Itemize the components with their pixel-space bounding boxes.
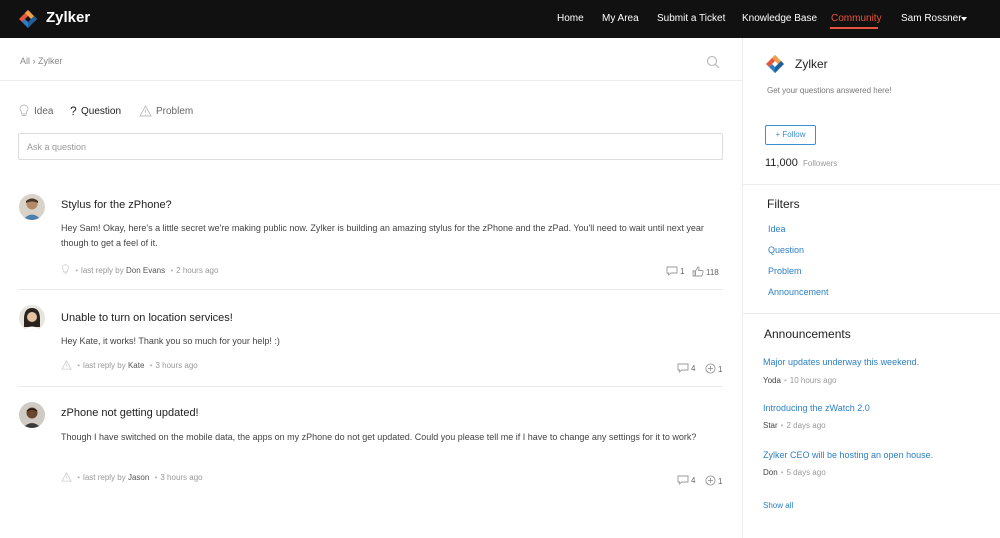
post-title[interactable]: Unable to turn on location services! xyxy=(61,312,233,324)
avatar[interactable] xyxy=(19,402,45,428)
announcement-meta: Don • 5 days ago xyxy=(763,468,826,477)
announcement-author[interactable]: Star xyxy=(763,421,778,430)
top-navbar: Zylker Home My Area Submit a Ticket Know… xyxy=(0,0,1000,38)
tab-idea[interactable]: Idea xyxy=(34,106,53,117)
follow-button[interactable]: + Follow xyxy=(765,125,816,145)
announcement-link[interactable]: Zylker CEO will be hosting an open house… xyxy=(763,450,933,460)
plus-one-value: 1 xyxy=(718,365,723,374)
announcements-heading: Announcements xyxy=(764,327,851,341)
zylker-logo-icon xyxy=(766,55,784,73)
announcement-author[interactable]: Don xyxy=(763,468,778,477)
community-tagline: Get your questions answered here! xyxy=(767,86,892,95)
reply-time: 3 hours ago xyxy=(155,361,198,370)
announcement-meta: Yoda • 10 hours ago xyxy=(763,376,837,385)
plus-one-count[interactable]: 1 xyxy=(705,363,722,374)
announcement-meta: Star • 2 days ago xyxy=(763,421,826,430)
post-excerpt: Hey Kate, it works! Thank you so much fo… xyxy=(61,336,280,346)
announcement-link[interactable]: Major updates underway this weekend. xyxy=(763,357,919,367)
comment-icon xyxy=(666,266,678,276)
followers-label: Followers xyxy=(803,159,838,168)
comment-count[interactable]: 4 xyxy=(677,475,695,485)
chevron-down-icon[interactable] xyxy=(961,17,967,21)
divider xyxy=(18,289,723,290)
user-menu[interactable]: Sam Rossner xyxy=(901,13,962,24)
comment-count-value: 4 xyxy=(691,476,696,485)
plus-one-value: 1 xyxy=(718,477,723,486)
filters-heading: Filters xyxy=(767,197,800,211)
last-reply-label: last reply by xyxy=(83,473,126,482)
avatar[interactable] xyxy=(19,305,45,331)
divider xyxy=(0,80,742,81)
thumbs-up-icon xyxy=(692,266,704,277)
show-all-link[interactable]: Show all xyxy=(763,501,793,510)
filter-announcement[interactable]: Announcement xyxy=(768,287,829,297)
vote-count-value: 118 xyxy=(706,268,719,277)
sidebar-divider xyxy=(742,38,743,538)
nav-my-area[interactable]: My Area xyxy=(602,13,639,24)
announcement-link[interactable]: Introducing the zWatch 2.0 xyxy=(763,403,870,413)
comment-icon xyxy=(677,475,689,485)
reply-time: 2 hours ago xyxy=(176,266,219,275)
post-title[interactable]: Stylus for the zPhone? xyxy=(61,199,172,211)
nav-submit-ticket[interactable]: Submit a Ticket xyxy=(657,13,725,24)
lightbulb-icon xyxy=(62,264,69,274)
announcement-author[interactable]: Yoda xyxy=(763,376,781,385)
ask-question-input[interactable] xyxy=(18,133,723,160)
active-nav-underline xyxy=(830,27,878,29)
comment-count[interactable]: 1 xyxy=(666,266,684,276)
comment-icon xyxy=(677,363,689,373)
post-meta: • last reply by Jason • 3 hours ago xyxy=(61,472,203,482)
community-name: Zylker xyxy=(795,57,828,71)
reply-author[interactable]: Don Evans xyxy=(126,266,165,275)
divider xyxy=(743,184,1000,185)
warning-icon xyxy=(139,105,152,117)
post-meta: • last reply by Don Evans • 2 hours ago xyxy=(61,264,218,275)
post-excerpt: Hey Sam! Okay, here's a little secret we… xyxy=(61,223,704,248)
nav-community[interactable]: Community xyxy=(831,13,882,24)
nav-home[interactable]: Home xyxy=(557,13,584,24)
announcement-time: 10 hours ago xyxy=(789,376,837,385)
vote-count[interactable]: 118 xyxy=(692,266,719,277)
lightbulb-icon xyxy=(19,104,29,116)
comment-count-value: 4 xyxy=(691,364,696,373)
reply-author[interactable]: Jason xyxy=(128,473,149,482)
filter-question[interactable]: Question xyxy=(768,245,804,255)
filter-idea[interactable]: Idea xyxy=(768,224,786,234)
reply-author[interactable]: Kate xyxy=(128,361,144,370)
warning-icon xyxy=(61,360,72,370)
plus-one-icon xyxy=(705,363,716,374)
plus-one-count[interactable]: 1 xyxy=(705,475,722,486)
comment-count[interactable]: 4 xyxy=(677,363,695,373)
announcement-time: 5 days ago xyxy=(786,468,826,477)
nav-knowledge-base[interactable]: Knowledge Base xyxy=(742,13,817,24)
last-reply-label: last reply by xyxy=(81,266,124,275)
last-reply-label: last reply by xyxy=(83,361,126,370)
filter-problem[interactable]: Problem xyxy=(768,266,802,276)
breadcrumb[interactable]: All › Zylker xyxy=(20,56,63,66)
post-title[interactable]: zPhone not getting updated! xyxy=(61,407,199,419)
followers-count: 11,000 xyxy=(765,157,798,169)
warning-icon xyxy=(61,472,72,482)
brand-name[interactable]: Zylker xyxy=(46,9,90,26)
post-meta: • last reply by Kate • 3 hours ago xyxy=(61,360,198,370)
comment-count-value: 1 xyxy=(680,267,685,276)
zylker-logo-icon[interactable] xyxy=(16,7,40,31)
question-mark-icon: ? xyxy=(70,104,77,118)
reply-time: 3 hours ago xyxy=(160,473,203,482)
tab-question[interactable]: Question xyxy=(81,106,121,117)
announcement-time: 2 days ago xyxy=(786,421,826,430)
plus-one-icon xyxy=(705,475,716,486)
divider xyxy=(743,313,1000,314)
post-excerpt: Though I have switched on the mobile dat… xyxy=(61,432,697,442)
search-icon[interactable] xyxy=(706,55,720,69)
divider xyxy=(18,386,723,387)
avatar[interactable] xyxy=(19,194,45,220)
tab-problem[interactable]: Problem xyxy=(156,106,193,117)
